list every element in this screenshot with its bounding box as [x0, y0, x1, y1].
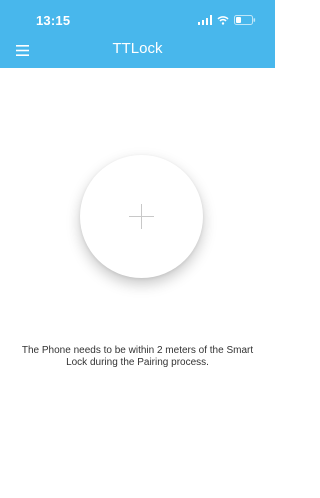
wifi-icon — [217, 16, 229, 25]
instruction-line: The Phone needs to be within 2 meters of… — [21, 345, 254, 356]
app-header: 13:15 TTLock — [0, 0, 275, 68]
instruction-line: Lock during the Pairing process. — [66, 357, 209, 368]
status-time: 13:15 — [36, 13, 71, 28]
status-icons — [198, 14, 256, 26]
pairing-instruction: The Phone needs to be within 2 meters of… — [0, 345, 275, 369]
navigation-bar: TTLock — [0, 31, 275, 68]
page-title: TTLock — [112, 40, 163, 57]
plus-icon — [129, 204, 154, 229]
signal-icon — [198, 15, 212, 25]
add-lock-button[interactable] — [80, 155, 203, 278]
status-bar: 13:15 — [0, 0, 275, 30]
battery-icon — [234, 15, 256, 25]
